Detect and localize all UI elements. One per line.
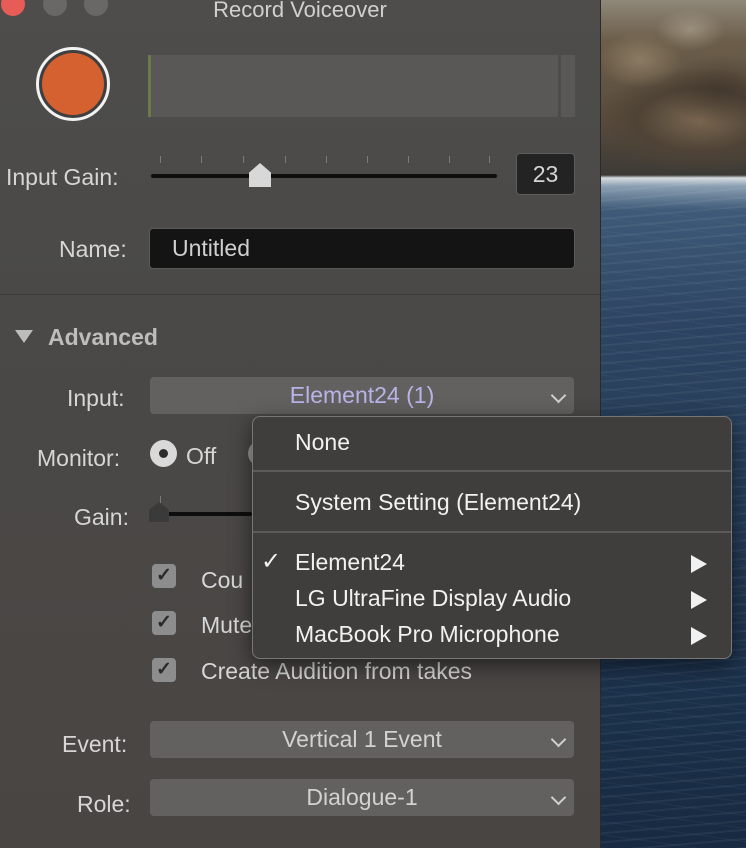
disclosure-triangle-icon[interactable] [15, 330, 33, 343]
menu-item-label: None [295, 429, 350, 455]
role-label: Role: [77, 791, 131, 817]
slider-tick [243, 156, 244, 163]
slider-tick [285, 156, 286, 163]
menu-item-label: MacBook Pro Microphone [295, 621, 560, 647]
input-gain-value[interactable]: 23 [516, 153, 575, 195]
input-popup-value: Element24 (1) [289, 382, 435, 408]
advanced-section-title[interactable]: Advanced [48, 324, 158, 351]
count-in-checkbox[interactable]: ✓ [152, 564, 176, 588]
create-audition-label: Create Audition from takes [201, 658, 473, 684]
input-dropdown-menu: None System Setting (Element24) ✓ Elemen… [252, 416, 732, 659]
slider-tick [326, 156, 327, 163]
window-title: Record Voiceover [213, 0, 387, 22]
slider-thumb[interactable] [249, 163, 271, 187]
slider-tick [408, 156, 409, 163]
menu-item-label: Element24 [295, 549, 405, 575]
name-field[interactable]: Untitled [149, 228, 575, 269]
slider-tick [449, 156, 450, 163]
event-label: Event: [62, 731, 128, 757]
input-gain-label: Input Gain: [6, 164, 119, 190]
slider-track [151, 174, 497, 178]
chevron-down-icon [550, 387, 567, 404]
slider-tick [160, 156, 161, 163]
event-popup-value: Vertical 1 Event [282, 726, 442, 752]
chevron-down-icon [550, 789, 567, 806]
submenu-arrow-icon [691, 627, 707, 645]
record-icon [42, 53, 104, 115]
input-label: Input: [67, 385, 125, 411]
record-button[interactable] [36, 47, 110, 121]
monitor-label: Monitor: [37, 445, 121, 471]
count-in-label: Cou [201, 567, 244, 593]
radio-dot-icon [159, 449, 168, 458]
input-popup[interactable]: Element24 (1) [150, 377, 574, 414]
slider-tick [367, 156, 368, 163]
slider-tick [160, 496, 161, 503]
menu-separator [253, 531, 731, 533]
slider-thumb[interactable] [149, 502, 169, 522]
checkmark-icon: ✓ [261, 548, 282, 575]
menu-item-element24[interactable]: ✓ Element24 [253, 543, 731, 579]
slider-tick [489, 156, 490, 163]
submenu-arrow-icon [691, 555, 707, 573]
event-popup[interactable]: Vertical 1 Event [150, 721, 574, 758]
menu-item-lg-ultrafine[interactable]: LG UltraFine Display Audio [253, 579, 731, 615]
create-audition-checkbox[interactable]: ✓ [152, 658, 176, 682]
name-label: Name: [59, 236, 127, 262]
menu-item-macbook-mic[interactable]: MacBook Pro Microphone [253, 615, 731, 651]
audio-level-meter [148, 55, 558, 117]
divider [0, 294, 600, 295]
audio-level-meter-peak [561, 55, 575, 117]
menu-separator [253, 470, 731, 472]
monitor-off-radio[interactable] [150, 440, 177, 467]
menu-item-label: System Setting (Element24) [295, 489, 582, 515]
submenu-arrow-icon [691, 591, 707, 609]
menu-item-system-setting[interactable]: System Setting (Element24) [253, 483, 731, 519]
gain-label: Gain: [74, 504, 129, 530]
chevron-down-icon [550, 731, 567, 748]
mute-project-checkbox[interactable]: ✓ [152, 611, 176, 635]
mute-project-label: Mute [201, 612, 253, 638]
menu-item-none[interactable]: None [253, 423, 731, 459]
monitor-off-label: Off [186, 443, 217, 469]
role-popup[interactable]: Dialogue-1 [150, 779, 574, 816]
slider-tick [201, 156, 202, 163]
title-bar: Record Voiceover [0, 0, 600, 24]
menu-item-label: LG UltraFine Display Audio [295, 585, 572, 611]
role-popup-value: Dialogue-1 [306, 784, 418, 810]
